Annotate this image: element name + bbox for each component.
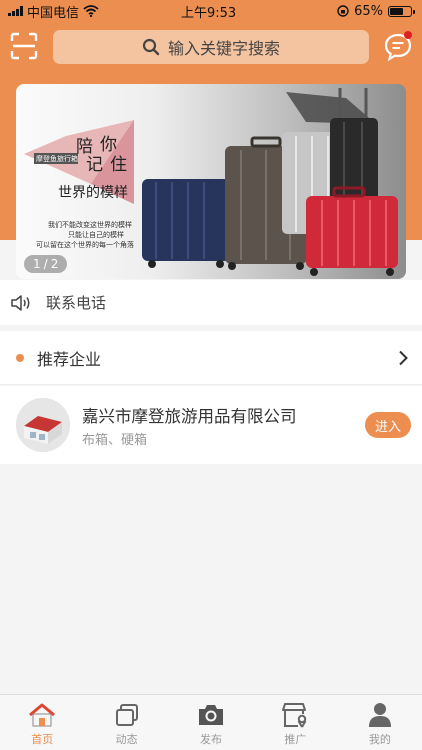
status-bar: 中国电信 上午9:53 65%: [0, 0, 422, 22]
stack-icon: [115, 704, 138, 726]
carrier-label: 中国电信: [27, 5, 80, 21]
banner-caption-line: 只能让自己的模样: [68, 231, 124, 239]
unread-badge: [404, 31, 412, 39]
company-list-item[interactable]: 嘉兴市摩登旅游用品有限公司 布箱、硬箱 进入: [0, 386, 422, 464]
orientation-lock-icon: [337, 5, 349, 17]
scan-icon: [10, 32, 38, 60]
tab-feed[interactable]: 动态: [84, 695, 168, 750]
building-icon: [16, 398, 70, 452]
banner-caption-line: 可以留在这个世界的每一个角落: [36, 241, 134, 249]
company-name: 嘉兴市摩登旅游用品有限公司: [82, 407, 297, 426]
wifi-icon: [83, 5, 99, 17]
tab-home[interactable]: 首页: [0, 695, 84, 750]
speaker-icon: [11, 294, 30, 311]
banner-slogan-char: 住: [110, 155, 127, 175]
banner-page-indicator: 1/2: [24, 255, 68, 273]
enter-button[interactable]: 进入: [365, 412, 411, 438]
section-dot: [16, 353, 24, 362]
indicator-current: 1: [33, 257, 41, 271]
tab-promote[interactable]: 推广: [253, 695, 337, 750]
tab-label: 首页: [31, 733, 54, 746]
company-avatar: [16, 398, 70, 452]
tab-label: 推广: [284, 733, 307, 746]
tab-publish[interactable]: 发布: [169, 695, 253, 750]
search-placeholder: 输入关键字搜索: [167, 39, 280, 58]
battery-icon: [388, 5, 415, 17]
banner-tag: 摩登鱼旅行箱: [36, 155, 78, 163]
banner-slogan-line: 世界的模样: [58, 185, 128, 201]
bottom-tab-bar: 首页 动态 发布 推广 我的: [0, 694, 422, 750]
banner-caption-line: 我们不能改变这世界的模样: [48, 221, 132, 229]
chevron-right-icon: [399, 350, 408, 365]
clock-time: 上午9:53: [181, 5, 237, 21]
recommend-section-header[interactable]: 推荐企业: [0, 331, 422, 385]
store-icon: [282, 703, 307, 728]
indicator-total: 2: [50, 257, 59, 271]
indicator-separator: /: [43, 257, 48, 271]
top-header: 输入关键字搜索: [0, 28, 422, 66]
search-icon: [142, 38, 160, 56]
promo-banner[interactable]: 陪 你 记 住 摩登鱼旅行箱 世界的模样 我们不能改变这世界的模样 只能让自己的…: [16, 84, 406, 279]
battery-percent: 65%: [354, 3, 383, 19]
camera-icon: [199, 705, 224, 725]
person-icon: [368, 703, 391, 727]
contact-phone-row[interactable]: 联系电话: [0, 280, 422, 325]
section-title: 推荐企业: [37, 349, 102, 369]
banner-slogan-char: 记: [86, 155, 103, 175]
contact-label: 联系电话: [46, 294, 107, 312]
tab-label: 我的: [368, 733, 391, 746]
message-button[interactable]: [383, 31, 413, 62]
signal-icon: [8, 6, 23, 16]
tab-label: 发布: [200, 733, 223, 746]
scan-button[interactable]: [10, 32, 38, 60]
tab-profile[interactable]: 我的: [338, 695, 422, 750]
tab-label: 动态: [115, 733, 138, 746]
home-icon: [29, 703, 56, 727]
company-tags: 布箱、硬箱: [82, 433, 148, 448]
search-box[interactable]: 输入关键字搜索: [53, 30, 369, 64]
